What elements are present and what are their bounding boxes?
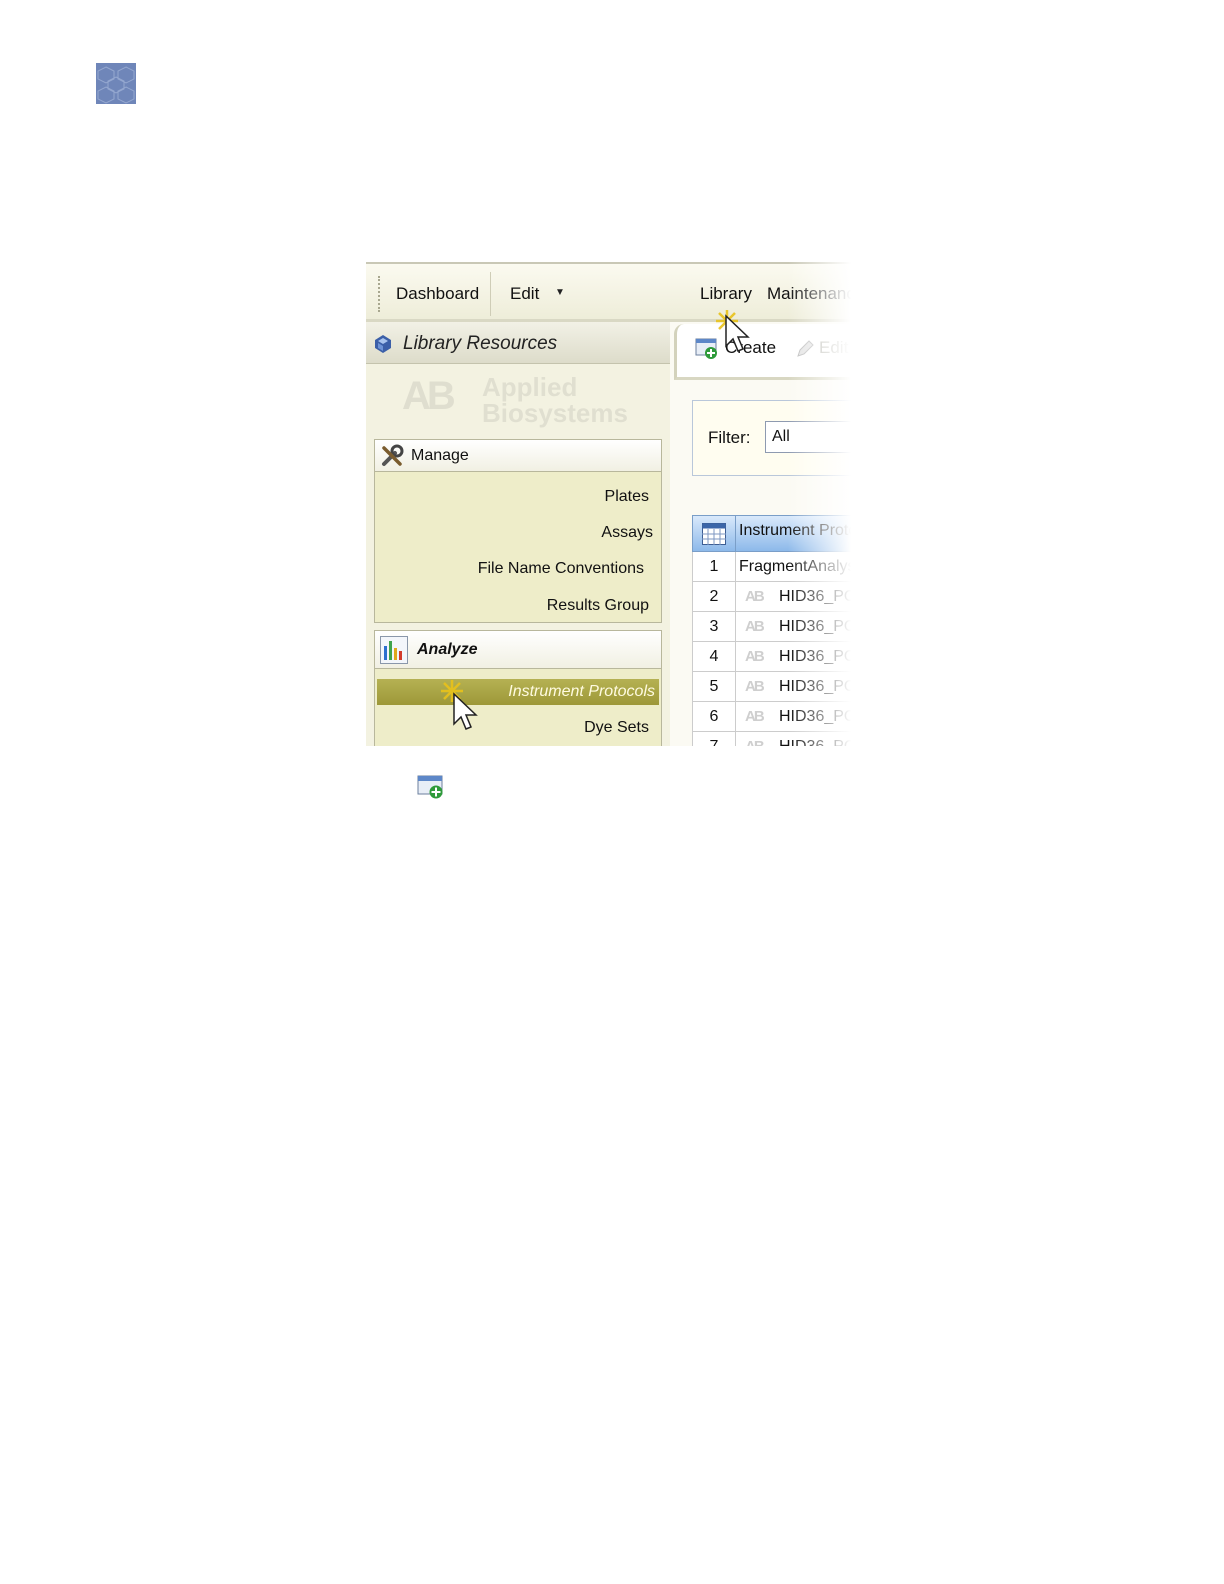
menu-library[interactable]: Library xyxy=(700,284,752,304)
edit-pencil-icon xyxy=(797,340,814,357)
row-number: 4 xyxy=(693,642,736,671)
tools-icon xyxy=(382,444,404,466)
edit-button[interactable]: Edit xyxy=(819,338,848,358)
library-resources-header: Library Resources xyxy=(366,322,670,364)
chevron-down-icon[interactable]: ▼ xyxy=(555,287,565,298)
table-grid-icon xyxy=(702,523,726,545)
protocol-name: HID36_POP4 xyxy=(779,648,858,665)
table-row[interactable]: 7 AB HID36_POP4 xyxy=(692,732,858,746)
row-number: 7 xyxy=(693,732,736,746)
library-screenshot: Dashboard Edit ▼ Library Maintenance Lib… xyxy=(366,262,858,746)
link-file-name-conventions[interactable]: File Name Conventions xyxy=(478,560,644,578)
protocol-name: HID36_POP4 xyxy=(779,678,858,695)
table-row[interactable]: 5 AB HID36_POP4 xyxy=(692,672,858,702)
bar-chart-icon xyxy=(380,636,408,664)
library-resources-panel: AB Applied Biosystems Manage Plates Assa… xyxy=(366,364,670,746)
menu-dashboard[interactable]: Dashboard xyxy=(396,284,479,304)
protocol-name: HID36_POP4 xyxy=(779,588,858,605)
analyze-title: Analyze xyxy=(417,641,478,658)
panel-title: Library Resources xyxy=(403,333,558,354)
corner-logo-icon xyxy=(96,63,136,104)
filter-value: All xyxy=(772,428,790,445)
table-row[interactable]: 4 AB HID36_POP4 xyxy=(692,642,858,672)
column-header-instrument-protocol[interactable]: Instrument Protocol xyxy=(739,522,858,540)
ab-logo-icon: AB xyxy=(745,588,765,605)
toolbar-grip[interactable] xyxy=(378,276,382,312)
protocol-name: HID36_POP4 xyxy=(779,738,858,746)
link-plates[interactable]: Plates xyxy=(605,488,649,506)
protocol-name: FragmentAnalysis xyxy=(739,558,858,575)
filter-box: Filter: All xyxy=(692,400,858,476)
table-row[interactable]: 3 AB HID36_POP4 xyxy=(692,612,858,642)
ab-logo-icon: AB xyxy=(745,648,765,665)
applied-biosystems-watermark: AB Applied Biosystems xyxy=(402,372,628,428)
cursor-click-instrument-protocols-icon xyxy=(441,680,478,730)
filter-label: Filter: xyxy=(708,428,751,447)
row-number: 5 xyxy=(693,672,736,701)
create-plus-icon-caption xyxy=(417,775,443,799)
link-results-group[interactable]: Results Group xyxy=(547,597,649,615)
ab-logo-icon: AB xyxy=(745,678,765,695)
menu-separator xyxy=(490,272,491,316)
protocol-name: HID36_POP4 xyxy=(779,708,858,725)
row-number: 2 xyxy=(693,582,736,611)
manage-group-header[interactable]: Manage xyxy=(375,440,661,472)
manage-title: Manage xyxy=(411,447,469,464)
ab-logo-icon: AB xyxy=(745,738,765,746)
sidebar-item-instrument-protocols[interactable]: Instrument Protocols xyxy=(377,679,659,705)
analyze-group: Analyze Instrument Protocols Dye Sets xyxy=(374,630,662,746)
protocol-name: HID36_POP4 xyxy=(779,618,858,635)
row-number: 6 xyxy=(693,702,736,731)
analyze-group-header[interactable]: Analyze xyxy=(375,631,661,669)
table-row[interactable]: 1 FragmentAnalysis xyxy=(692,552,858,582)
table-row[interactable]: 2 AB HID36_POP4 xyxy=(692,582,858,612)
manage-group: Manage Plates Assays File Name Conventio… xyxy=(374,439,662,623)
menu-edit[interactable]: Edit xyxy=(510,284,539,304)
row-number: 1 xyxy=(693,552,736,581)
row-number: 3 xyxy=(693,612,736,641)
cursor-click-library-icon xyxy=(716,310,750,352)
filter-select[interactable]: All xyxy=(765,421,858,453)
link-assays[interactable]: Assays xyxy=(601,524,653,542)
ab-logo-icon: AB xyxy=(745,708,765,725)
link-dye-sets[interactable]: Dye Sets xyxy=(584,719,649,737)
table-options-cell[interactable] xyxy=(693,516,736,551)
ab-logo-icon: AB xyxy=(745,618,765,635)
instrument-protocols-label: Instrument Protocols xyxy=(508,683,655,700)
menu-bar: Dashboard Edit ▼ Library Maintenance xyxy=(366,262,858,322)
table-row[interactable]: 6 AB HID36_POP4 xyxy=(692,702,858,732)
table-header: Instrument Protocol xyxy=(692,515,858,552)
library-resources-icon xyxy=(375,335,391,353)
menu-maintenance[interactable]: Maintenance xyxy=(767,284,858,304)
